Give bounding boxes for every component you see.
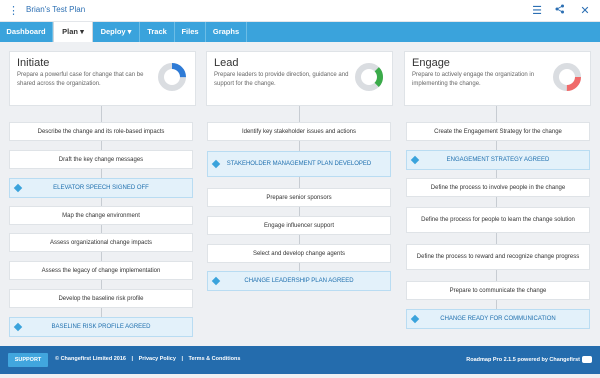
version-text: Roadmap Pro 2.1.5 powered by Changefirst [466,356,580,363]
task-card[interactable]: Define the process to reward and recogni… [406,244,590,270]
task-card[interactable]: Engage influencer support [207,216,391,235]
milestone-card[interactable]: ELEVATOR SPEECH SIGNED OFF [9,178,193,198]
share-icon[interactable] [553,4,567,18]
tab-graphs[interactable]: Graphs [206,22,246,42]
tab-deploy[interactable]: Deploy ▾ [93,22,139,42]
task-card[interactable]: Define the process to involve people in … [406,178,590,197]
milestone-label: CHANGE LEADERSHIP PLAN AGREED [244,278,354,284]
task-card[interactable]: Select and develop change agents [207,244,391,263]
footer-links: © Changefirst Limited 2016 | Privacy Pol… [55,356,244,362]
progress-donut-icon [553,63,581,91]
title-bar: ⋮ Brian's Test Plan ☰ ✕ [0,0,600,22]
task-card[interactable]: Map the change environment [9,206,193,225]
milestone-label: STAKEHOLDER MANAGEMENT PLAN DEVELOPED [226,161,372,167]
milestone-label: ELEVATOR SPEECH SIGNED OFF [53,185,149,191]
milestone-diamond-icon [410,314,420,324]
task-card[interactable]: Create the Engagement Strategy for the c… [406,122,590,141]
task-card[interactable]: Define the process for people to learn t… [406,207,590,233]
phase-card-initiate[interactable]: Initiate Prepare a powerful case for cha… [9,51,196,106]
support-button[interactable]: SUPPORT [8,353,48,367]
phase-description: Prepare to actively engage the organizat… [412,72,535,87]
footer-separator: | [181,356,183,362]
progress-donut-icon [355,63,383,91]
milestone-diamond-icon [211,159,221,169]
task-card[interactable]: Prepare to communicate the change [406,281,590,300]
plan-title: Brian's Test Plan [26,5,86,14]
milestone-card[interactable]: CHANGE LEADERSHIP PLAN AGREED [207,271,391,291]
task-card[interactable]: Prepare senior sponsors [207,188,391,207]
milestone-card[interactable]: STAKEHOLDER MANAGEMENT PLAN DEVELOPED [207,151,391,177]
task-card[interactable]: Assess the legacy of change implementati… [9,261,193,280]
changefirst-logo-icon [582,356,592,363]
phase-title: Engage [412,57,450,69]
close-icon[interactable]: ✕ [578,4,592,18]
phase-title: Initiate [17,57,50,69]
tab-plan[interactable]: Plan ▾ [53,22,93,42]
milestone-label: ENGAGEMENT STRATEGY AGREED [446,157,550,163]
tab-track[interactable]: Track [140,22,174,42]
task-card[interactable]: Describe the change and its role-based i… [9,122,193,141]
task-card[interactable]: Draft the key change messages [9,150,193,169]
tab-dashboard[interactable]: Dashboard [0,22,52,42]
milestone-label: CHANGE READY FOR COMMUNICATION [440,316,556,322]
task-card[interactable]: Assess organizational change impacts [9,233,193,252]
kebab-menu-icon[interactable]: ⋮ [8,4,19,18]
tab-files[interactable]: Files [175,22,205,42]
milestone-diamond-icon [211,276,221,286]
milestone-card[interactable]: ENGAGEMENT STRATEGY AGREED [406,150,590,170]
phase-title: Lead [214,57,239,69]
phase-description: Prepare a powerful case for change that … [17,72,144,87]
milestone-diamond-icon [13,322,23,332]
terms-link[interactable]: Terms & Conditions [189,356,241,362]
privacy-policy-link[interactable]: Privacy Policy [139,356,176,362]
nav-divider [246,22,247,42]
main-nav: Dashboard Plan ▾ Deploy ▾ Track Files Gr… [0,22,600,42]
milestone-card[interactable]: BASELINE RISK PROFILE AGREED [9,317,193,337]
progress-donut-icon [158,63,186,91]
phase-description: Prepare leaders to provide direction, gu… [214,72,349,87]
milestone-label: BASELINE RISK PROFILE AGREED [51,324,151,330]
phase-card-engage[interactable]: Engage Prepare to actively engage the or… [404,51,591,106]
task-card[interactable]: Develop the baseline risk profile [9,289,193,308]
milestone-diamond-icon [13,183,23,193]
task-card[interactable]: Identify key stakeholder issues and acti… [207,122,391,141]
milestone-card[interactable]: CHANGE READY FOR COMMUNICATION [406,309,590,329]
copyright-text: © Changefirst Limited 2016 [55,356,126,362]
phase-card-lead[interactable]: Lead Prepare leaders to provide directio… [206,51,393,106]
footer-separator: | [131,356,134,362]
version-info: Roadmap Pro 2.1.5 powered by Changefirst [466,356,592,363]
list-icon[interactable]: ☰ [530,4,544,18]
footer: SUPPORT © Changefirst Limited 2016 | Pri… [0,346,600,374]
milestone-diamond-icon [410,155,420,165]
